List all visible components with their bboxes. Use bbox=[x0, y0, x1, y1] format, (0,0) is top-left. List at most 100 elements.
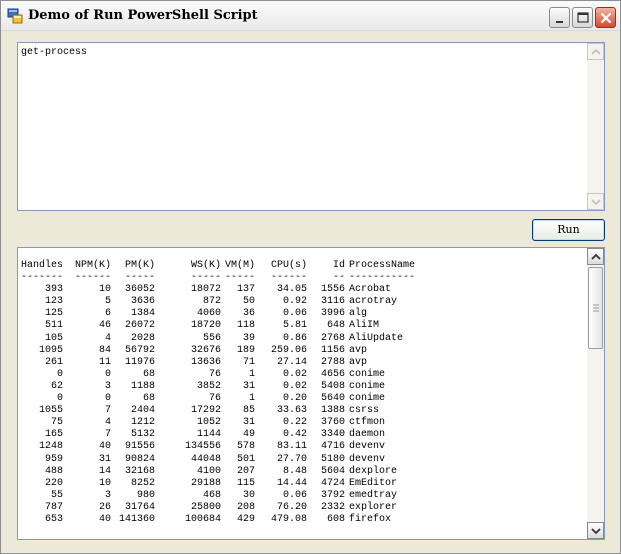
cell-npmk: 10 bbox=[98, 477, 111, 489]
scroll-up-button[interactable] bbox=[587, 43, 604, 60]
cell-handles: 125 bbox=[44, 308, 63, 320]
scroll-down-button[interactable] bbox=[587, 193, 604, 210]
cell-wsk: 29188 bbox=[190, 477, 221, 489]
cell-vmm: 118 bbox=[236, 320, 255, 332]
close-button[interactable] bbox=[595, 7, 616, 28]
cell-vmm: 36 bbox=[242, 308, 255, 320]
scroll-down-button[interactable] bbox=[587, 522, 604, 539]
cell-cpus: 76.20 bbox=[276, 501, 307, 513]
table-row: 55 3 980 468 30 0.06 3792 emedtray bbox=[21, 490, 425, 502]
cell-wsk: 25800 bbox=[190, 501, 221, 513]
cell-cpus: 0.20 bbox=[282, 393, 307, 405]
table-row: 123 5 3636 872 50 0.92 3116 acrotray bbox=[21, 296, 425, 308]
minimize-button[interactable] bbox=[549, 7, 570, 28]
cell-cpus: 33.63 bbox=[276, 405, 307, 417]
cell-id: 4716 bbox=[320, 441, 345, 453]
grip-icon bbox=[593, 304, 599, 312]
cell-processname: firefox bbox=[349, 513, 392, 525]
cell-wsk: 100684 bbox=[184, 513, 221, 525]
cell-processname: EmEditor bbox=[349, 477, 398, 489]
cell-processname: ctfmon bbox=[349, 417, 386, 429]
cell-vmm: 31 bbox=[242, 417, 255, 429]
chevron-down-icon bbox=[591, 199, 601, 206]
cell-handles: 393 bbox=[44, 284, 63, 296]
cell-processname: dexplore bbox=[349, 465, 398, 477]
table-row: 220 10 8252 29188 115 14.44 4724 EmEditor bbox=[21, 478, 425, 490]
maximize-icon bbox=[577, 12, 589, 23]
cell-npmk: 4 bbox=[104, 332, 111, 344]
cell-pmk: PM(K) bbox=[124, 260, 155, 271]
maximize-button[interactable] bbox=[572, 7, 593, 28]
cell-id: 4724 bbox=[320, 477, 345, 489]
cell-npmk: 7 bbox=[104, 429, 111, 441]
cell-processname: Acrobat bbox=[349, 284, 392, 296]
run-button[interactable]: Run bbox=[532, 219, 605, 241]
cell-vmm: 50 bbox=[242, 296, 255, 308]
cell-wsk: 44048 bbox=[190, 453, 221, 465]
chevron-up-icon bbox=[591, 48, 601, 55]
cell-pmk: 141360 bbox=[118, 513, 155, 525]
cell-cpus: 0.02 bbox=[282, 368, 307, 380]
cell-vmm: 71 bbox=[242, 356, 255, 368]
cell-npmk: 84 bbox=[98, 344, 111, 356]
table-row: 0 0 68 76 1 0.02 4656 conime bbox=[21, 369, 425, 381]
scroll-thumb[interactable] bbox=[588, 267, 603, 349]
cell-wsk: 4060 bbox=[196, 308, 221, 320]
cell-processname: ProcessName bbox=[349, 260, 416, 271]
cell-handles: 62 bbox=[50, 380, 63, 392]
cell-pmk: 31764 bbox=[124, 501, 155, 513]
cell-handles: ------- bbox=[21, 272, 64, 284]
cell-cpus: ------ bbox=[270, 272, 307, 284]
cell-id: 1388 bbox=[320, 405, 345, 417]
cell-id: -- bbox=[332, 272, 345, 284]
script-input-text[interactable]: get-process bbox=[21, 47, 87, 59]
cell-id: 608 bbox=[326, 513, 345, 525]
table-row: 261 11 11976 13636 71 27.14 2788 avp bbox=[21, 357, 425, 369]
output-area[interactable]: Handles NPM(K) PM(K) WS(K) VM(M) CPU(s) Id Proc… bbox=[17, 247, 605, 540]
cell-vmm: 208 bbox=[236, 501, 255, 513]
cell-id: 3760 bbox=[320, 417, 345, 429]
cell-wsk: 556 bbox=[202, 332, 221, 344]
cell-vmm: 115 bbox=[236, 477, 255, 489]
cell-npmk: 7 bbox=[104, 405, 111, 417]
cell-cpus: 479.08 bbox=[270, 513, 307, 525]
cell-id: 5640 bbox=[320, 393, 345, 405]
cell-id: 5604 bbox=[320, 465, 345, 477]
cell-cpus: 0.86 bbox=[282, 332, 307, 344]
script-input[interactable]: get-process bbox=[17, 42, 605, 211]
cell-vmm: 137 bbox=[236, 284, 255, 296]
output-scrollbar[interactable] bbox=[587, 248, 604, 539]
cell-processname: conime bbox=[349, 380, 386, 392]
cell-handles: 75 bbox=[50, 417, 63, 429]
cell-cpus: 0.06 bbox=[282, 308, 307, 320]
title-bar[interactable]: Demo of Run PowerShell Script bbox=[1, 1, 620, 31]
cell-handles: 0 bbox=[56, 368, 63, 380]
scroll-up-button[interactable] bbox=[587, 248, 604, 265]
cell-processname: emedtray bbox=[349, 489, 398, 501]
cell-pmk: 26072 bbox=[124, 320, 155, 332]
cell-id: 2332 bbox=[320, 501, 345, 513]
cell-id: 1556 bbox=[320, 284, 345, 296]
cell-handles: 261 bbox=[44, 356, 63, 368]
cell-pmk: ----- bbox=[124, 272, 155, 284]
cell-id: 4656 bbox=[320, 368, 345, 380]
cell-vmm: 1 bbox=[248, 393, 255, 405]
chevron-down-icon bbox=[591, 528, 601, 535]
cell-npmk: 14 bbox=[98, 465, 111, 477]
script-input-scrollbar[interactable] bbox=[587, 43, 604, 210]
cell-pmk: 5132 bbox=[130, 429, 155, 441]
cell-handles: 1248 bbox=[38, 441, 63, 453]
cell-cpus: 0.22 bbox=[282, 417, 307, 429]
cell-vmm: 1 bbox=[248, 368, 255, 380]
cell-pmk: 980 bbox=[136, 489, 155, 501]
close-icon bbox=[600, 12, 612, 24]
cell-wsk: 4100 bbox=[196, 465, 221, 477]
cell-npmk: 46 bbox=[98, 320, 111, 332]
cell-wsk: ----- bbox=[190, 272, 221, 284]
cell-vmm: ----- bbox=[224, 272, 255, 284]
cell-vmm: 30 bbox=[242, 489, 255, 501]
cell-npmk: 40 bbox=[98, 513, 111, 525]
table-row: 1055 7 2404 17292 85 33.63 1388 csrss bbox=[21, 405, 425, 417]
cell-pmk: 2028 bbox=[130, 332, 155, 344]
cell-handles: 0 bbox=[56, 393, 63, 405]
